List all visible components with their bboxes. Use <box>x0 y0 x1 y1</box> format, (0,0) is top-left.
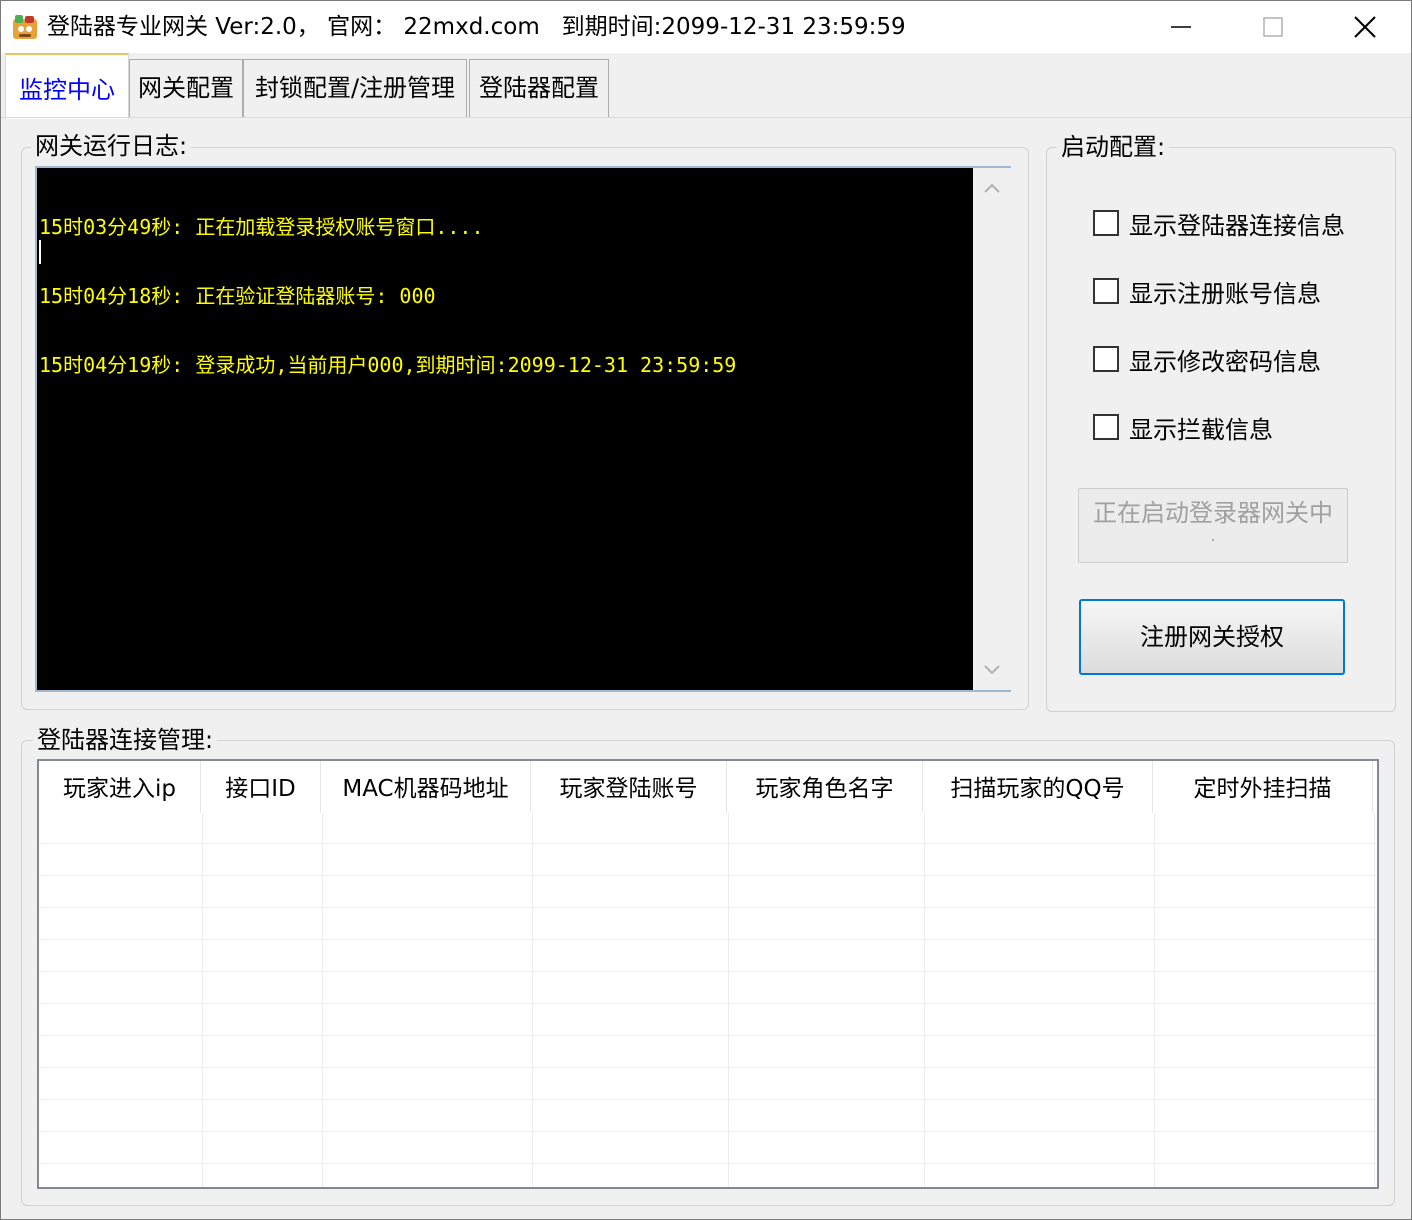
tab-body-border <box>1 117 1411 118</box>
checkbox-box[interactable] <box>1093 346 1119 372</box>
column-header-cheat-scan[interactable]: 定时外挂扫描 <box>1153 761 1373 813</box>
table-header: 玩家进入ip 接口ID MAC机器码地址 玩家登陆账号 玩家角色名字 扫描玩家的… <box>39 761 1377 813</box>
checkbox-box[interactable] <box>1093 414 1119 440</box>
checkbox-show-connection[interactable]: 显示登陆器连接信息 <box>1093 208 1345 240</box>
log-lines: 15时03分49秒: 正在加载登录授权账号窗口.... 15时04分18秒: 正… <box>39 170 973 423</box>
close-button[interactable] <box>1319 1 1411 53</box>
grid-col-line <box>202 813 203 1187</box>
gateway-starting-label: 正在启动登录器网关中 <box>1093 499 1333 527</box>
grid-row-line <box>39 875 1377 876</box>
grid-col-line <box>532 813 533 1187</box>
grid-col-line <box>1154 813 1155 1187</box>
minimize-button[interactable] <box>1135 1 1227 53</box>
column-header-character[interactable]: 玩家角色名字 <box>727 761 923 813</box>
tab-block-register[interactable]: 封锁配置/注册管理 <box>243 59 467 117</box>
tab-monitor-center[interactable]: 监控中心 <box>5 53 129 119</box>
grid-col-line <box>1374 813 1375 1187</box>
grid-row-line <box>39 971 1377 972</box>
grid-row-line <box>39 1163 1377 1164</box>
column-header-account[interactable]: 玩家登陆账号 <box>531 761 727 813</box>
checkbox-box[interactable] <box>1093 278 1119 304</box>
close-icon <box>1354 16 1376 38</box>
grid-col-line <box>924 813 925 1187</box>
connections-table[interactable]: 玩家进入ip 接口ID MAC机器码地址 玩家登陆账号 玩家角色名字 扫描玩家的… <box>37 759 1379 1189</box>
grid-col-line <box>728 813 729 1187</box>
column-header-interface-id[interactable]: 接口ID <box>201 761 321 813</box>
log-line: 15时04分19秒: 登录成功,当前用户000,到期时间:2099-12-31 … <box>39 353 737 377</box>
tab-launcher-config[interactable]: 登陆器配置 <box>469 59 609 117</box>
scroll-down-arrow[interactable] <box>982 660 1002 680</box>
grid-row-line <box>39 843 1377 844</box>
column-header-mac[interactable]: MAC机器码地址 <box>321 761 531 813</box>
grid-row-line <box>39 1131 1377 1132</box>
grid-row-line <box>39 907 1377 908</box>
log-output[interactable]: 15时03分49秒: 正在加载登录授权账号窗口.... 15时04分18秒: 正… <box>35 166 1011 692</box>
checkbox-show-intercept[interactable]: 显示拦截信息 <box>1093 412 1273 444</box>
text-caret <box>39 240 41 264</box>
log-line: 15时03分49秒: 正在加载登录授权账号窗口.... <box>39 215 484 239</box>
maximize-icon <box>1263 17 1283 37</box>
window-title: 登陆器专业网关 Ver:2.0， 官网： 22mxd.com 到期时间:2099… <box>47 14 906 40</box>
gateway-starting-button[interactable]: 正在启动登录器网关中 . <box>1078 488 1348 563</box>
grid-row-line <box>39 939 1377 940</box>
tab-gateway-config[interactable]: 网关配置 <box>129 59 243 117</box>
log-scrollbar[interactable] <box>973 168 1011 690</box>
register-gateway-auth-button[interactable]: 注册网关授权 <box>1079 599 1345 675</box>
chevron-up-icon <box>984 183 1000 193</box>
app-icon <box>13 15 37 39</box>
checkbox-show-password-change[interactable]: 显示修改密码信息 <box>1093 344 1321 376</box>
column-header-qq[interactable]: 扫描玩家的QQ号 <box>923 761 1153 813</box>
checkbox-label: 显示注册账号信息 <box>1129 279 1321 308</box>
minimize-icon <box>1171 26 1191 28</box>
checkbox-label: 显示修改密码信息 <box>1129 347 1321 376</box>
grid-row-line <box>39 1099 1377 1100</box>
grid-col-line <box>322 813 323 1187</box>
maximize-button[interactable] <box>1227 1 1319 53</box>
checkbox-label: 显示登陆器连接信息 <box>1129 211 1345 240</box>
checkbox-box[interactable] <box>1093 210 1119 236</box>
gateway-starting-dot: . <box>1210 526 1216 545</box>
log-line: 15时04分18秒: 正在验证登陆器账号: 000 <box>39 284 436 308</box>
grid-row-line <box>39 1067 1377 1068</box>
tab-strip: 监控中心 网关配置 封锁配置/注册管理 登陆器配置 <box>1 53 1411 119</box>
grid-row-line <box>39 1003 1377 1004</box>
scroll-up-arrow[interactable] <box>982 178 1002 198</box>
log-group-title: 网关运行日志: <box>31 131 192 161</box>
start-config-title: 启动配置: <box>1057 132 1170 162</box>
chevron-down-icon <box>984 665 1000 675</box>
grid-row-line <box>39 1035 1377 1036</box>
column-header-ip[interactable]: 玩家进入ip <box>39 761 201 813</box>
checkbox-show-register[interactable]: 显示注册账号信息 <box>1093 276 1321 308</box>
checkbox-label: 显示拦截信息 <box>1129 415 1273 444</box>
main-window: 登陆器专业网关 Ver:2.0， 官网： 22mxd.com 到期时间:2099… <box>0 0 1412 1220</box>
title-bar[interactable]: 登陆器专业网关 Ver:2.0， 官网： 22mxd.com 到期时间:2099… <box>1 1 1411 53</box>
connections-group-title: 登陆器连接管理: <box>33 725 218 755</box>
